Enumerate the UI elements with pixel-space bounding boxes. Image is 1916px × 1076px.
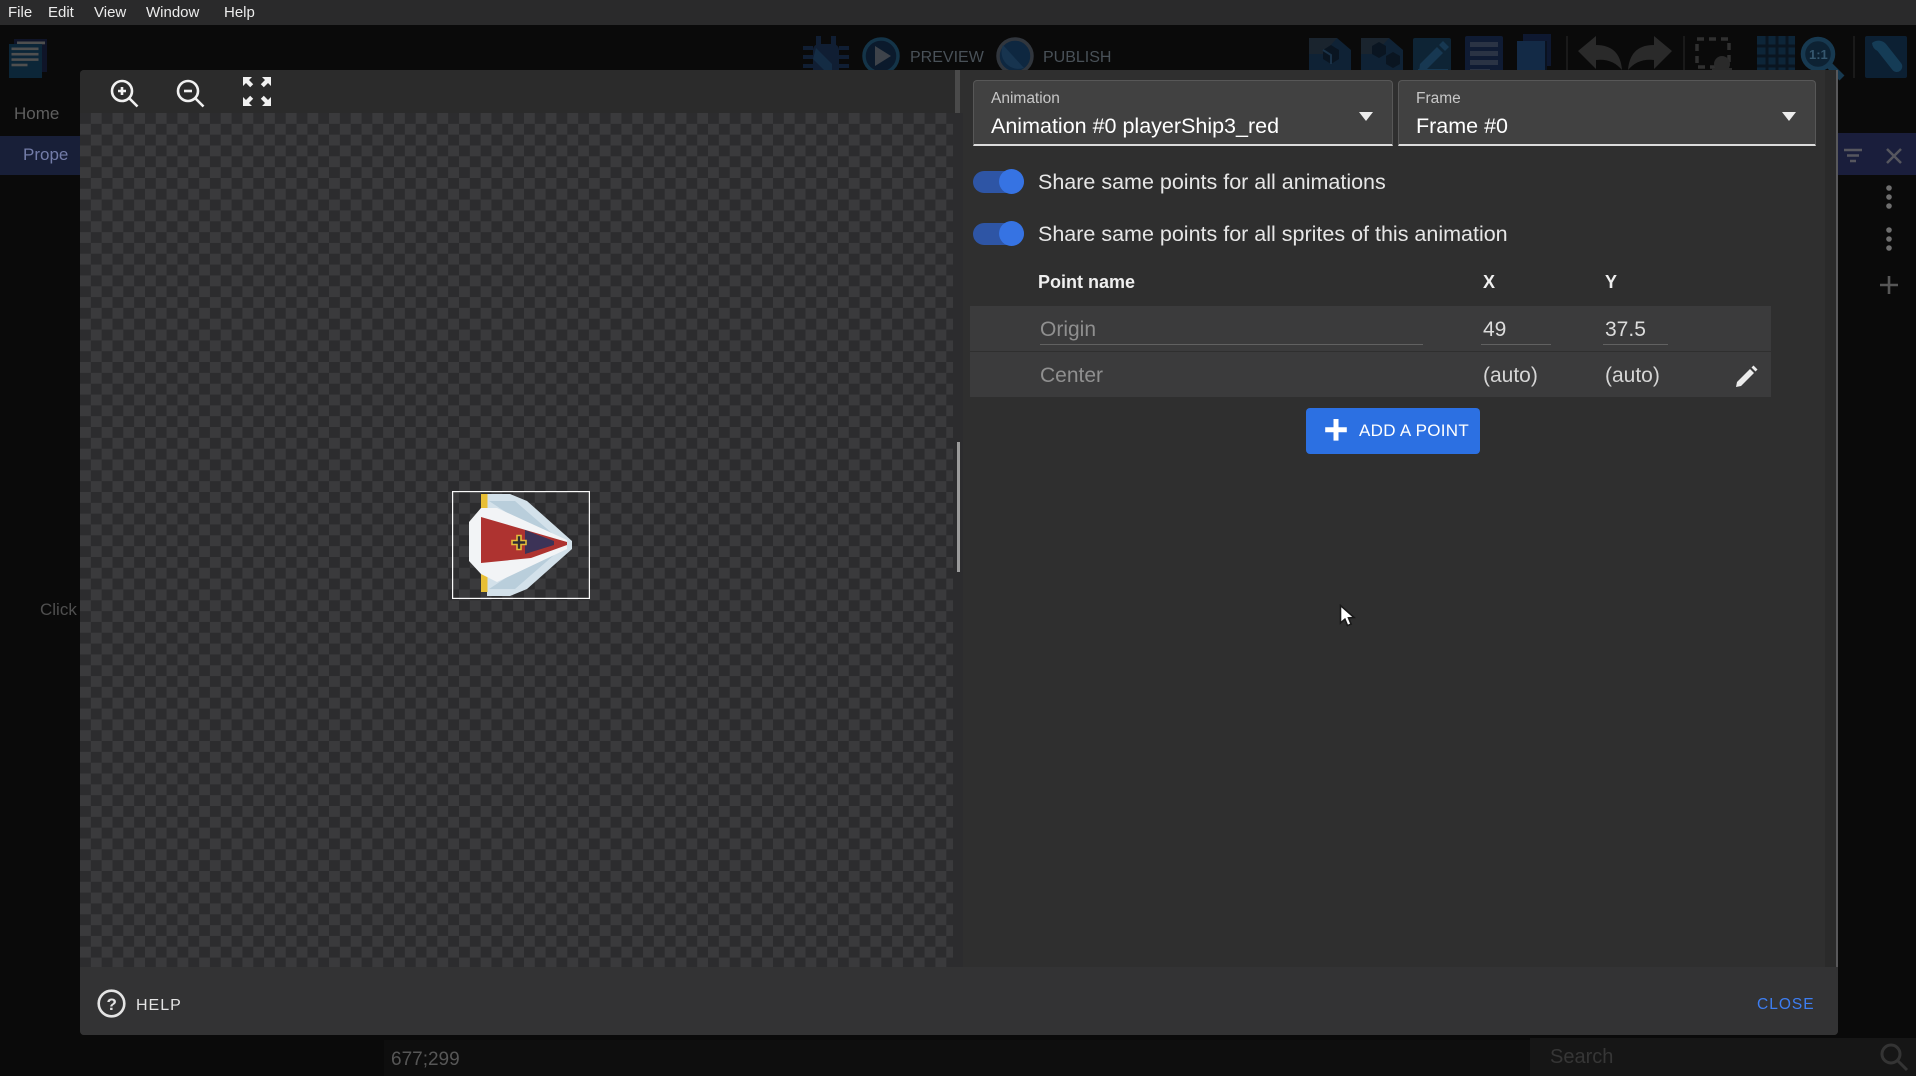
svg-text:?: ?: [107, 995, 117, 1014]
svg-text:PREVIEW: PREVIEW: [910, 49, 985, 66]
svg-text:PUBLISH: PUBLISH: [1043, 49, 1111, 66]
svg-text:1:1: 1:1: [1809, 47, 1828, 62]
